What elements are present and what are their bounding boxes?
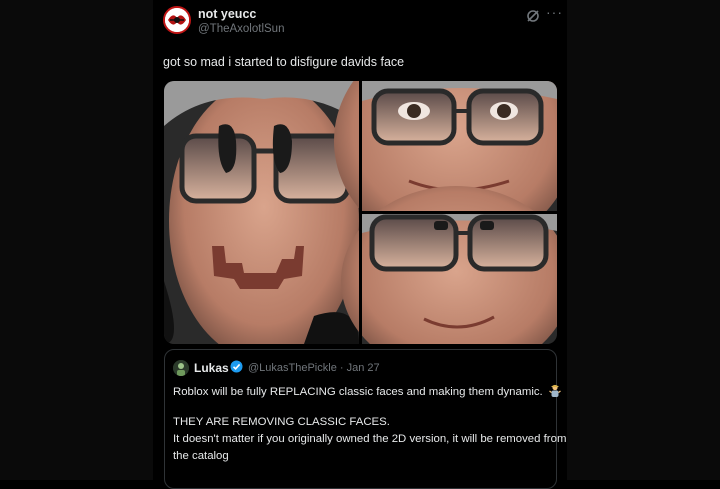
meta-separator: · [339, 362, 344, 374]
post[interactable]: not yeucc @TheAxolotlSun ··· got so mad … [153, 0, 567, 489]
man-shrugging-emoji [549, 384, 561, 397]
quoted-post-text-3: It doesn't matter if you originally owne… [173, 433, 567, 445]
quoted-author-display-name[interactable]: Lukas [194, 361, 229, 375]
quoted-post-text-2: THEY ARE REMOVING CLASSIC FACES. [173, 416, 390, 428]
author-handle[interactable]: @TheAxolotlSun [198, 23, 284, 35]
left-letterbox [0, 0, 153, 480]
quoted-post[interactable]: Lukas @LukasThePickle · Jan 27 Roblox wi… [164, 349, 566, 489]
verified-badge-icon [230, 360, 243, 373]
quoted-post-meta: @LukasThePickle · Jan 27 [248, 362, 380, 374]
author-avatar[interactable] [163, 6, 191, 34]
quoted-post-text-1: Roblox will be fully REPLACING classic f… [173, 386, 543, 398]
post-media-grid[interactable] [164, 81, 557, 344]
quoted-post-line-1: Roblox will be fully REPLACING classic f… [173, 384, 561, 398]
quoted-author-handle[interactable]: @LukasThePickle [248, 362, 337, 374]
quoted-post-date[interactable]: Jan 27 [347, 362, 380, 374]
media-image-1[interactable] [164, 81, 359, 344]
quoted-author-avatar[interactable] [173, 360, 189, 376]
author-display-name[interactable]: not yeucc [198, 7, 256, 21]
grok-icon[interactable] [525, 8, 541, 24]
right-letterbox [567, 0, 720, 480]
post-text: got so mad i started to disfigure davids… [163, 55, 405, 69]
more-icon[interactable]: ··· [546, 4, 563, 20]
quoted-post-text-4: the catalog [173, 450, 229, 462]
